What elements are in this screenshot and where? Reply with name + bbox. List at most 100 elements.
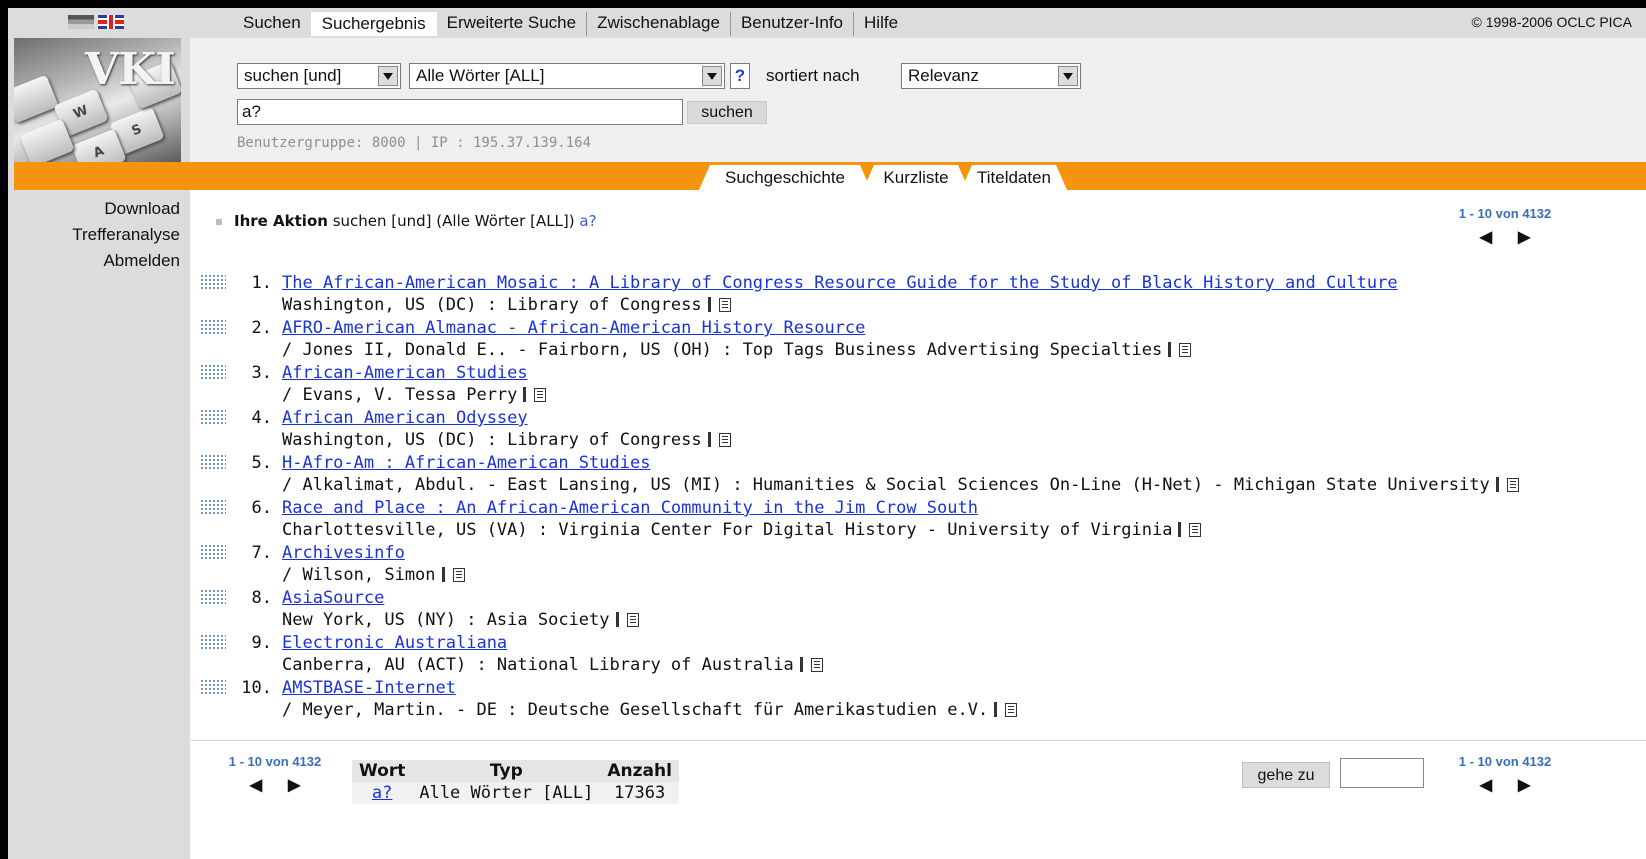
info-icon[interactable] — [799, 657, 803, 672]
select-handle-icon[interactable] — [200, 679, 226, 695]
operator-value: suchen [und] — [244, 66, 342, 85]
chevron-down-icon[interactable] — [702, 66, 722, 86]
field-value: Alle Wörter [ALL] — [416, 66, 545, 85]
divider — [190, 740, 1646, 741]
pager-text: 1 - 10 von 4132 — [228, 754, 322, 769]
chevron-down-icon[interactable] — [378, 66, 398, 86]
result-title-link[interactable]: African American Odyssey — [282, 407, 528, 429]
document-icon[interactable] — [1005, 703, 1018, 717]
language-switcher — [68, 14, 124, 30]
result-item: 3. African-American Studies / Evans, V. Te… — [200, 362, 1640, 407]
document-icon[interactable] — [452, 568, 465, 582]
tab-zwischenablage[interactable]: Zwischenablage — [586, 12, 730, 36]
sidebar-item-abmelden[interactable]: Abmelden — [72, 248, 180, 274]
action-query-link[interactable]: a? — [579, 212, 596, 230]
select-handle-icon[interactable] — [200, 364, 226, 380]
tab-benutzer-info[interactable]: Benutzer-Info — [729, 12, 853, 36]
result-number: 4. — [251, 408, 272, 428]
result-info: / Wilson, Simon — [282, 564, 465, 586]
prev-arrow-icon[interactable]: ◀ — [1480, 777, 1518, 794]
result-info: Washington, US (DC) : Library of Congres… — [282, 429, 731, 451]
document-icon[interactable] — [718, 433, 731, 447]
sidebar-item-trefferanalyse[interactable]: Trefferanalyse — [72, 222, 180, 248]
next-arrow-icon[interactable]: ▶ — [1518, 229, 1556, 246]
top-navigation: Suchen Suchergebnis Erweiterte Suche Zwi… — [190, 8, 1646, 38]
sort-select[interactable]: Relevanz — [901, 63, 1081, 89]
document-icon[interactable] — [718, 298, 731, 312]
pager-top: 1 - 10 von 4132 ◀▶ — [1440, 206, 1570, 247]
copyright: © 1998-2006 OCLC PICA — [1471, 14, 1632, 30]
action-label: Ihre Aktion — [234, 212, 328, 230]
info-icon[interactable] — [707, 297, 711, 312]
document-icon[interactable] — [534, 388, 547, 402]
document-icon[interactable] — [810, 658, 823, 672]
field-select[interactable]: Alle Wörter [ALL] — [409, 63, 725, 89]
result-number: 6. — [251, 498, 272, 518]
word-table-cell: Alle Wörter [ALL] — [412, 782, 601, 804]
select-handle-icon[interactable] — [200, 319, 226, 335]
result-title-link[interactable]: The African-American Mosaic : A Library … — [282, 272, 1398, 294]
document-icon[interactable] — [1506, 478, 1519, 492]
bullet-icon — [216, 218, 222, 225]
info-icon[interactable] — [994, 702, 998, 717]
tab-suchen[interactable]: Suchen — [233, 12, 311, 36]
action-line: Ihre Aktion suchen [und] (Alle Wörter [A… — [216, 212, 597, 230]
pager-bottom-right: 1 - 10 von 4132 ◀▶ — [1440, 754, 1570, 795]
goto-button[interactable]: gehe zu — [1242, 762, 1330, 788]
result-title-link[interactable]: AMSTBASE-Internet — [282, 677, 456, 699]
select-handle-icon[interactable] — [200, 409, 226, 425]
info-icon[interactable] — [1178, 522, 1182, 537]
result-number: 2. — [251, 318, 272, 338]
result-info-text: / Evans, V. Tessa Perry — [282, 385, 518, 405]
uk-flag-icon[interactable] — [98, 15, 124, 29]
info-icon[interactable] — [707, 432, 711, 447]
prev-arrow-icon[interactable]: ◀ — [250, 777, 288, 794]
tab-suchgeschichte[interactable]: Suchgeschichte — [699, 165, 871, 190]
word-link[interactable]: a? — [372, 783, 392, 803]
select-handle-icon[interactable] — [200, 454, 226, 470]
german-flag-icon[interactable] — [68, 15, 94, 29]
tab-erweiterte-suche[interactable]: Erweiterte Suche — [437, 12, 586, 36]
nav-tabs: Suchen Suchergebnis Erweiterte Suche Zwi… — [233, 12, 908, 36]
info-icon[interactable] — [1168, 342, 1172, 357]
operator-select[interactable]: suchen [und] — [237, 63, 401, 89]
search-input[interactable]: a? — [237, 99, 683, 125]
select-handle-icon[interactable] — [200, 634, 226, 650]
result-title-link[interactable]: AsiaSource — [282, 587, 384, 609]
word-table: Wort Typ Anzahl a? Alle Wörter [ALL] 173… — [352, 760, 679, 804]
result-title-link[interactable]: African-American Studies — [282, 362, 528, 384]
search-button[interactable]: suchen — [687, 101, 767, 124]
sort-label: sortiert nach — [766, 66, 860, 85]
word-table-header: Wort — [352, 760, 413, 782]
help-icon[interactable]: ? — [730, 63, 750, 89]
result-info: / Jones II, Donald E.. - Fairborn, US (O… — [282, 339, 1192, 361]
chevron-down-icon[interactable] — [1058, 66, 1078, 86]
info-icon[interactable] — [615, 612, 619, 627]
document-icon[interactable] — [1179, 343, 1192, 357]
result-title-link[interactable]: H-Afro-Am : African-American Studies — [282, 452, 650, 474]
left-column: W S A VKI Download Trefferanalyse Abmeld… — [8, 8, 191, 859]
select-handle-icon[interactable] — [200, 499, 226, 515]
info-icon[interactable] — [523, 387, 527, 402]
tab-kurzliste[interactable]: Kurzliste — [863, 165, 969, 190]
document-icon[interactable] — [1189, 523, 1202, 537]
goto-input[interactable] — [1340, 758, 1424, 788]
info-icon[interactable] — [1495, 477, 1499, 492]
select-handle-icon[interactable] — [200, 544, 226, 560]
result-title-link[interactable]: AFRO-American Almanac - African-American… — [282, 317, 865, 339]
tab-suchergebnis[interactable]: Suchergebnis — [310, 12, 437, 36]
sidebar-item-download[interactable]: Download — [72, 196, 180, 222]
document-icon[interactable] — [626, 613, 639, 627]
tab-titeldaten[interactable]: Titeldaten — [961, 165, 1067, 190]
result-title-link[interactable]: Archivesinfo — [282, 542, 405, 564]
page: W S A VKI Download Trefferanalyse Abmeld… — [8, 8, 1646, 859]
info-icon[interactable] — [441, 567, 445, 582]
prev-arrow-icon[interactable]: ◀ — [1480, 229, 1518, 246]
select-handle-icon[interactable] — [200, 274, 226, 290]
next-arrow-icon[interactable]: ▶ — [288, 777, 326, 794]
result-title-link[interactable]: Electronic Australiana — [282, 632, 507, 654]
next-arrow-icon[interactable]: ▶ — [1518, 777, 1556, 794]
result-title-link[interactable]: Race and Place : An African-American Com… — [282, 497, 978, 519]
select-handle-icon[interactable] — [200, 589, 226, 605]
tab-hilfe[interactable]: Hilfe — [853, 12, 908, 36]
